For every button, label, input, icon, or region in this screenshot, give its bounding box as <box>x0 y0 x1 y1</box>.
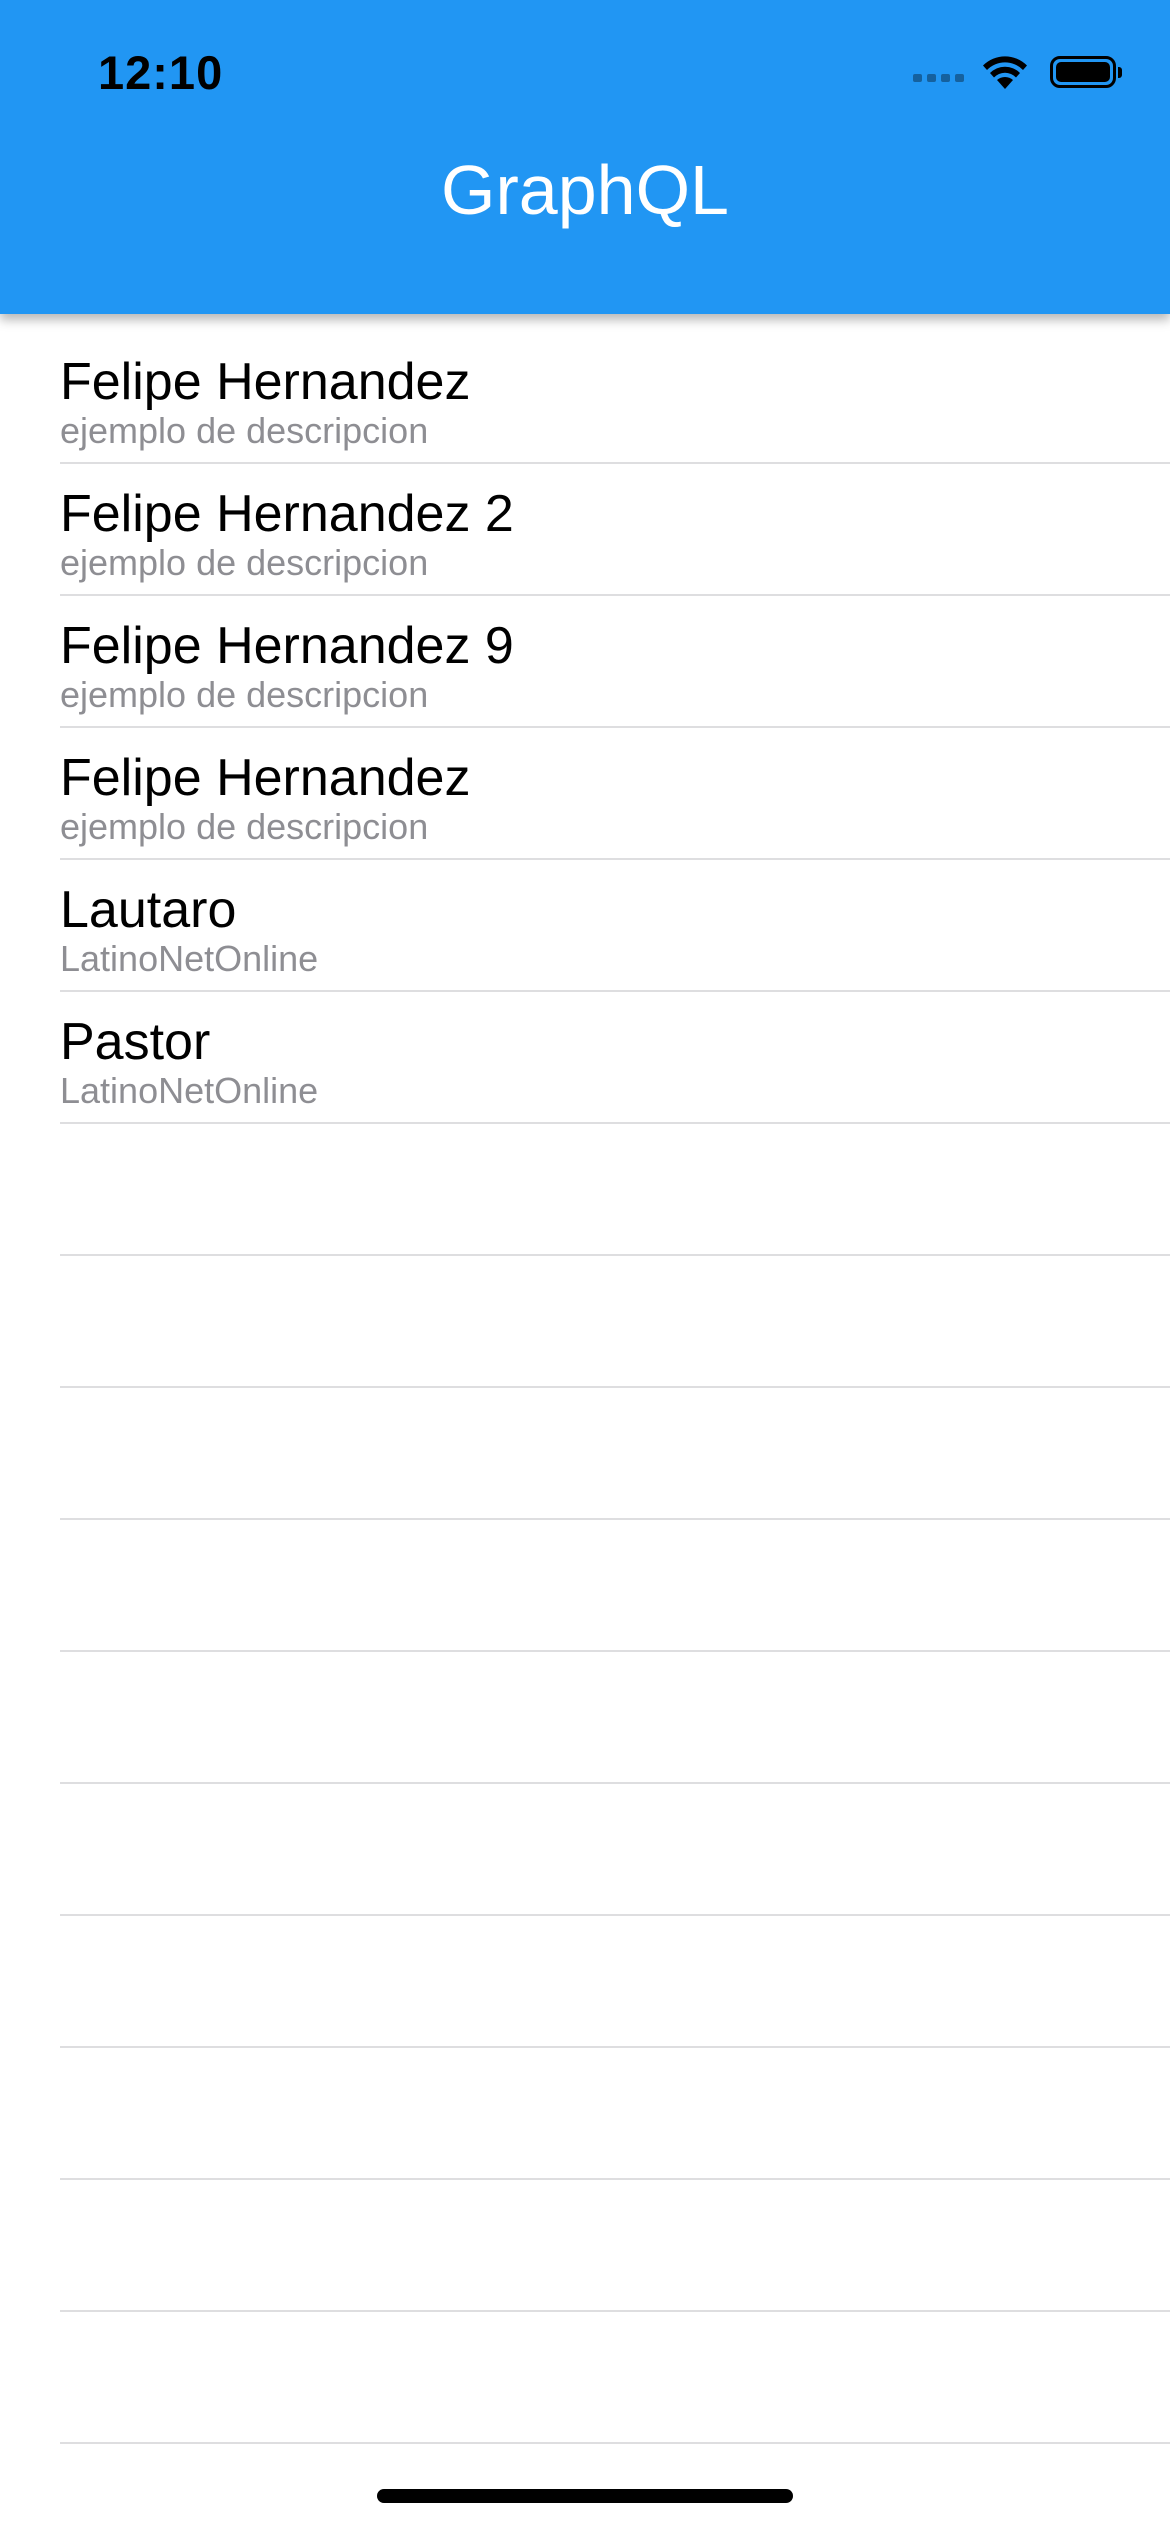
list-item[interactable]: Felipe Hernandez ejemplo de descripcion <box>0 728 1170 860</box>
empty-list-row <box>0 1520 1170 1652</box>
page-title: GraphQL <box>441 151 729 229</box>
empty-list-row <box>0 1388 1170 1520</box>
battery-icon <box>1050 56 1122 88</box>
empty-list-row <box>0 2180 1170 2312</box>
cellular-signal-icon <box>913 74 964 82</box>
list-item-subtitle: LatinoNetOnline <box>60 1070 319 1111</box>
list-item-title: Felipe Hernandez <box>60 353 471 411</box>
empty-list-row <box>0 1784 1170 1916</box>
list-item[interactable]: Pastor LatinoNetOnline <box>0 992 1170 1124</box>
list-item-title: Felipe Hernandez 9 <box>60 617 514 675</box>
list-item-title: Felipe Hernandez 2 <box>60 485 514 543</box>
wifi-icon <box>983 56 1027 89</box>
status-time: 12:10 <box>98 46 224 99</box>
list-item-subtitle: ejemplo de descripcion <box>60 410 429 451</box>
empty-list-row <box>0 2312 1170 2444</box>
status-indicators <box>913 52 1122 92</box>
list-item-subtitle: ejemplo de descripcion <box>60 806 429 847</box>
list-item-title: Lautaro <box>60 881 237 939</box>
home-indicator[interactable] <box>377 2489 793 2503</box>
list-item-subtitle: ejemplo de descripcion <box>60 674 429 715</box>
list-item[interactable]: Felipe Hernandez ejemplo de descripcion <box>0 332 1170 464</box>
row-divider <box>60 2442 1170 2444</box>
empty-list-row <box>0 1652 1170 1784</box>
list-item-title: Pastor <box>60 1013 211 1071</box>
item-list: Felipe Hernandez ejemplo de descripcion Fe… <box>0 332 1170 2444</box>
app-header: 12:10 GraphQL <box>0 0 1170 314</box>
list-item-title: Felipe Hernandez <box>60 749 471 807</box>
empty-list-row <box>0 2048 1170 2180</box>
list-item-subtitle: ejemplo de descripcion <box>60 542 429 583</box>
list-item-subtitle: LatinoNetOnline <box>60 938 319 979</box>
empty-list-row <box>0 1916 1170 2048</box>
list-item[interactable]: Lautaro LatinoNetOnline <box>0 860 1170 992</box>
empty-list-row <box>0 1124 1170 1256</box>
list-item[interactable]: Felipe Hernandez 2 ejemplo de descripcion <box>0 464 1170 596</box>
empty-list-row <box>0 1256 1170 1388</box>
list-item[interactable]: Felipe Hernandez 9 ejemplo de descripcion <box>0 596 1170 728</box>
